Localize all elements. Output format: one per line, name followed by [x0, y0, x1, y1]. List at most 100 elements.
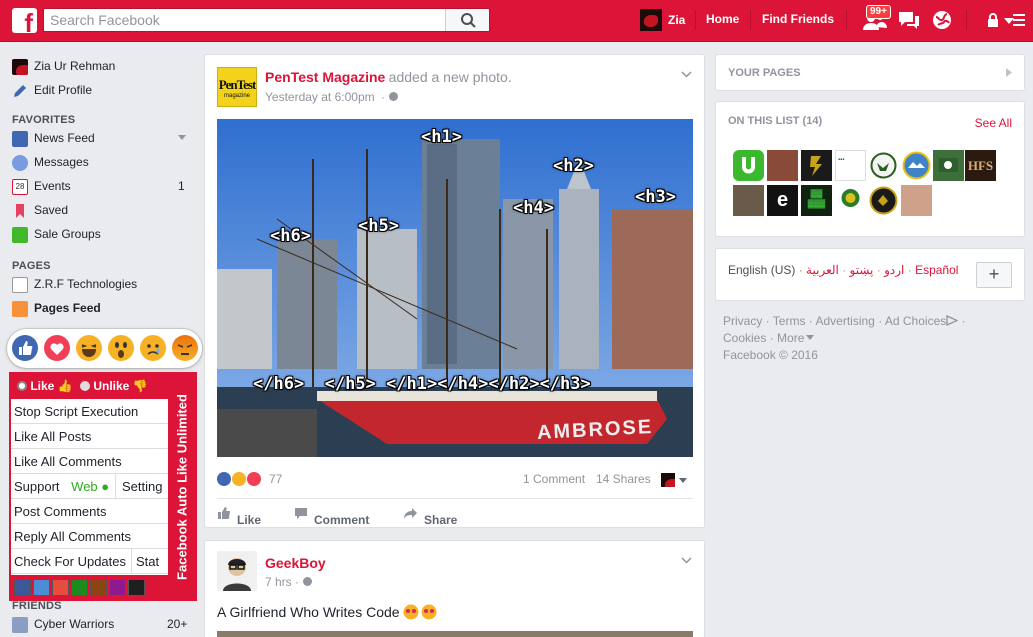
post-comments-button[interactable]: Post Comments: [11, 499, 170, 524]
see-all-link[interactable]: See All: [975, 116, 1012, 130]
chevron-down-icon[interactable]: [679, 478, 687, 484]
sidebar-item-pages-feed[interactable]: Pages Feed: [12, 298, 101, 318]
your-pages-card[interactable]: YOUR PAGES: [715, 54, 1025, 91]
sidebar-item-messages[interactable]: Messages: [12, 152, 89, 172]
haha-reaction-icon[interactable]: [75, 334, 103, 362]
list-member-thumb[interactable]: ▪▪▪: [835, 150, 866, 181]
post-options-chevron-icon[interactable]: [681, 557, 692, 564]
stop-script-button[interactable]: Stop Script Execution: [11, 399, 170, 424]
reaction-summary[interactable]: 77: [217, 472, 282, 489]
web-link[interactable]: Web: [71, 479, 98, 494]
share-arrow-icon: [404, 508, 417, 519]
add-language-button[interactable]: +: [976, 262, 1012, 288]
theme-swatch[interactable]: [52, 579, 69, 596]
list-member-thumb[interactable]: HFS: [965, 150, 996, 181]
like-option-label[interactable]: Like: [30, 379, 54, 393]
list-member-thumb[interactable]: [733, 150, 764, 181]
list-member-thumb[interactable]: e: [767, 185, 798, 216]
footer-link-cookies[interactable]: Cookies: [723, 331, 766, 345]
sidebar-edit-profile[interactable]: Edit Profile: [12, 80, 92, 100]
post-options-chevron-icon[interactable]: [681, 71, 692, 78]
post-timestamp[interactable]: 7 hrs: [265, 575, 292, 589]
sidebar-item-saved[interactable]: Saved: [12, 200, 68, 220]
pentest-logo[interactable]: PenTest magazine: [217, 67, 257, 107]
sidebar-item-events[interactable]: 28 Events 1: [12, 176, 187, 196]
panel-vertical-title-tab[interactable]: Facebook Auto Like Unlimited: [168, 374, 195, 599]
separator-dot: ·: [876, 263, 881, 277]
geekboy-avatar[interactable]: [217, 551, 257, 591]
theme-swatch[interactable]: [90, 579, 107, 596]
reply-all-comments-button[interactable]: Reply All Comments: [11, 524, 170, 549]
comments-count-link[interactable]: 1 Comment: [523, 472, 585, 486]
theme-swatch[interactable]: [147, 579, 164, 596]
footer-link-ad-choices[interactable]: Ad Choices: [885, 314, 946, 328]
support-button[interactable]: Support: [14, 479, 60, 494]
sidebar-profile-link[interactable]: Zia Ur Rehman: [12, 56, 115, 76]
search-button[interactable]: [445, 9, 489, 31]
angry-reaction-icon[interactable]: [171, 334, 199, 362]
post-author-link[interactable]: PenTest Magazine: [265, 69, 385, 85]
privacy-lock-icon[interactable]: [986, 13, 1000, 27]
like-all-comments-button[interactable]: Like All Comments: [11, 449, 170, 474]
chevron-right-icon[interactable]: [1006, 68, 1012, 77]
post-image-preview[interactable]: [217, 631, 693, 637]
list-member-thumb[interactable]: [868, 150, 899, 181]
account-menu-icon[interactable]: [1013, 12, 1025, 28]
footer-link-advertising[interactable]: Advertising: [815, 314, 874, 328]
theme-swatch[interactable]: [71, 579, 88, 596]
like-radio[interactable]: [17, 381, 27, 391]
list-member-thumb[interactable]: [901, 185, 932, 216]
list-member-thumb[interactable]: [835, 185, 866, 216]
setting-button[interactable]: Setting: [115, 474, 162, 499]
post-author-link[interactable]: GeekBoy: [265, 555, 326, 571]
stat-button[interactable]: Stat: [131, 549, 159, 574]
love-reaction-icon[interactable]: [43, 334, 71, 362]
chevron-down-icon[interactable]: [806, 335, 815, 341]
share-as-avatar[interactable]: [661, 473, 675, 487]
footer-link-terms[interactable]: Terms: [773, 314, 806, 328]
facebook-logo-icon[interactable]: f: [12, 8, 37, 33]
footer-link-more[interactable]: More: [777, 331, 804, 345]
list-member-thumb[interactable]: [901, 150, 932, 181]
language-link-spanish[interactable]: Español: [915, 263, 958, 277]
theme-swatch[interactable]: [128, 579, 145, 596]
language-link-arabic[interactable]: العربية: [806, 263, 839, 277]
home-link[interactable]: Home: [706, 12, 739, 26]
language-link-pashto[interactable]: پښتو: [850, 263, 874, 277]
sidebar-item-news-feed[interactable]: News Feed: [12, 128, 192, 148]
theme-swatch[interactable]: [14, 579, 31, 596]
post-photo[interactable]: <h1> <h2> <h3> <h4> <h5> <h6> </h6> </h5…: [217, 119, 693, 457]
check-updates-button[interactable]: Check For Updates: [14, 554, 126, 569]
theme-swatch[interactable]: [33, 579, 50, 596]
list-member-thumb[interactable]: [801, 150, 832, 181]
list-member-thumb[interactable]: [733, 185, 764, 216]
like-button[interactable]: Like: [237, 513, 261, 527]
search-input[interactable]: [44, 9, 446, 31]
chevron-down-icon[interactable]: [178, 135, 186, 141]
footer-link-privacy[interactable]: Privacy: [723, 314, 762, 328]
language-link-urdu[interactable]: اردو: [884, 263, 904, 277]
sidebar-item-cyber-warriors[interactable]: Cyber Warriors 20+: [12, 614, 192, 634]
comment-button[interactable]: Comment: [314, 513, 369, 527]
list-member-thumb[interactable]: [933, 150, 964, 181]
profile-link[interactable]: Zia: [640, 9, 685, 34]
notifications-globe-icon[interactable]: [931, 9, 953, 31]
sad-reaction-icon[interactable]: [139, 334, 167, 362]
unlike-radio[interactable]: [80, 381, 90, 391]
shares-count-link[interactable]: 14 Shares: [596, 472, 651, 486]
sidebar-item-zrf-technologies[interactable]: Z.R.F Technologies: [12, 274, 137, 294]
ad-choices-icon[interactable]: [946, 314, 959, 327]
like-reaction-icon[interactable]: [11, 334, 39, 362]
list-member-thumb[interactable]: [767, 150, 798, 181]
list-member-thumb[interactable]: [868, 185, 899, 216]
like-all-posts-button[interactable]: Like All Posts: [11, 424, 170, 449]
share-button[interactable]: Share: [424, 513, 457, 527]
messages-icon[interactable]: [897, 10, 921, 32]
post-timestamp[interactable]: Yesterday at 6:00pm: [265, 90, 375, 104]
wow-reaction-icon[interactable]: [107, 334, 135, 362]
find-friends-link[interactable]: Find Friends: [762, 12, 834, 26]
unlike-option-label[interactable]: Unlike: [93, 379, 129, 393]
list-member-thumb[interactable]: ▓▓ ▓▓▓: [801, 185, 832, 216]
theme-swatch[interactable]: [109, 579, 126, 596]
sidebar-item-sale-groups[interactable]: Sale Groups: [12, 224, 101, 244]
